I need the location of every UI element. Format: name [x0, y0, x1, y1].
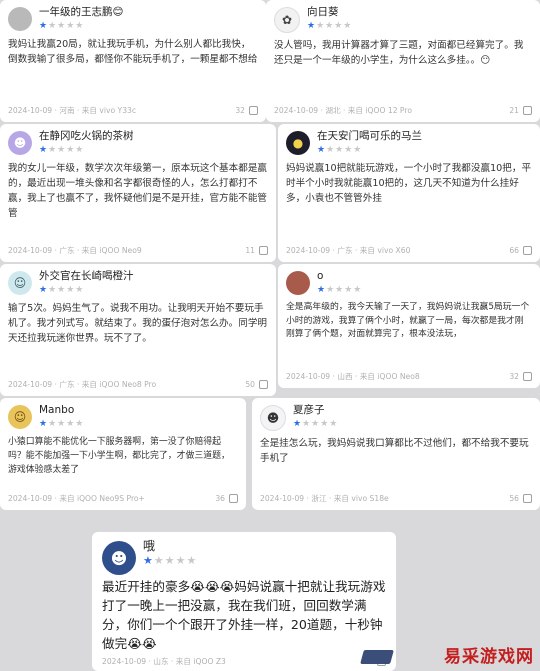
- thumbs-up-icon: [523, 494, 532, 503]
- username[interactable]: 在静冈吃火锅的茶树: [39, 130, 134, 143]
- like-count: 50: [245, 380, 255, 389]
- watermark: 易采游戏网: [444, 647, 534, 667]
- like-count: 66: [509, 246, 519, 255]
- like-count: 56: [509, 494, 519, 503]
- comment-meta: 2024-10-09 · 广东 · 来自 vivo X60: [286, 246, 411, 255]
- like-button[interactable]: 11: [245, 246, 268, 255]
- comment-meta: 2024-10-09 · 湖北 · 来自 iQOO 12 Pro: [274, 106, 412, 115]
- comment-card: o ★★★★★ 全是高年级的，我今天输了一天了，我妈妈说让我赢5局玩一个小时的游…: [278, 264, 540, 388]
- avatar[interactable]: ●: [286, 131, 310, 155]
- comment-meta: 2024-10-09 · 浙江 · 来自 vivo S18e: [260, 494, 389, 503]
- rating-stars: ★★★★★: [39, 21, 85, 31]
- like-count: 21: [509, 106, 519, 115]
- comment-card: ☻ 在静冈吃火锅的茶树 ★★★★★ 我的女儿一年级，数学次次年级第一，原本玩这个…: [0, 124, 276, 262]
- username[interactable]: 一年级的王志鹏😊: [39, 6, 123, 19]
- rating-stars: ★★★★★: [39, 145, 85, 155]
- avatar[interactable]: ☺: [8, 271, 32, 295]
- comment-card: ☻ 夏彦子 ★★★★★ 全是挂怎么玩，我妈妈说我口算都比不过他们，都不给我不要玩…: [252, 398, 540, 510]
- comment-text: 输了5次。妈妈生气了。说我不用功。让我明天开始不要玩手机了。我才列式写。就结束了…: [8, 303, 268, 344]
- comment-card: 一年级的王志鹏😊 ★★★★★ 我妈让我赢20局，就让我玩手机，为什么别人都比我快…: [0, 0, 266, 122]
- rating-stars: ★★★★★: [143, 554, 198, 567]
- comment-text: 没人管吗，我用计算器才算了三题，对面都已经算完了。我还只是一个一年级的小学生，为…: [274, 40, 524, 66]
- username[interactable]: 在天安门喝可乐的马兰: [317, 130, 422, 143]
- avatar[interactable]: ☻: [260, 405, 286, 431]
- username[interactable]: 夏彦子: [293, 404, 338, 417]
- username[interactable]: 哦: [143, 540, 197, 553]
- rating-stars: ★★★★★: [39, 285, 85, 295]
- avatar[interactable]: [286, 271, 310, 295]
- comment-meta: 2024-10-09 · 广东 · 来自 iQOO Neo8 Pro: [8, 380, 157, 389]
- comment-card: ● 在天安门喝可乐的马兰 ★★★★★ 妈妈说赢10把就能玩游戏，一个小时了我都没…: [278, 124, 540, 262]
- comment-card: ✿ 向日葵 ★★★★★ 没人管吗，我用计算器才算了三题，对面都已经算完了。我还只…: [266, 0, 540, 122]
- comment-text: 妈妈说赢10把就能玩游戏，一个小时了我都没赢10把，平时半个小时我就能赢10把的…: [286, 163, 532, 204]
- comment-text: 小猿口算能不能优化一下服务器啊，第一没了你赔得起吗？能不能加强一下小学生啊，都比…: [8, 437, 230, 475]
- thumbs-up-icon: [523, 246, 532, 255]
- like-button[interactable]: 56: [509, 494, 532, 503]
- rating-stars: ★★★★★: [317, 285, 363, 295]
- comment-card: ☺ Manbo ★★★★★ 小猿口算能不能优化一下服务器啊，第一没了你赔得起吗？…: [0, 398, 246, 510]
- rating-stars: ★★★★★: [39, 419, 85, 429]
- comment-text: 我妈让我赢20局，就让我玩手机，为什么别人都比我快，倒数我输了很多局，都怪你不能…: [8, 39, 258, 65]
- like-button[interactable]: 32: [509, 372, 532, 381]
- comment-meta: 2024-10-09 · 广东 · 来自 iQOO Neo9: [8, 246, 142, 255]
- comment-meta: 2024-10-09 · 山西 · 来自 iQOO Neo8: [286, 372, 420, 381]
- like-button[interactable]: 32: [235, 106, 258, 115]
- rating-stars: ★★★★★: [307, 21, 353, 31]
- like-button[interactable]: 66: [509, 246, 532, 255]
- thumbs-up-icon: [523, 372, 532, 381]
- like-count: 11: [245, 246, 255, 255]
- rating-stars: ★★★★★: [293, 419, 339, 429]
- comment-text: 全是挂怎么玩，我妈妈说我口算都比不过他们，都不给我不要玩手机了: [260, 438, 529, 464]
- avatar[interactable]: ☻: [8, 131, 32, 155]
- username[interactable]: Manbo: [39, 404, 84, 417]
- username[interactable]: 外交官在长崎喝橙汁: [39, 270, 134, 283]
- like-count: 32: [509, 372, 519, 381]
- avatar[interactable]: ☻: [102, 541, 136, 575]
- thumbs-up-icon: [259, 380, 268, 389]
- watermark-logo-icon: [360, 650, 394, 664]
- like-button[interactable]: 50: [245, 380, 268, 389]
- like-button[interactable]: 21: [509, 106, 532, 115]
- avatar[interactable]: ☺: [8, 405, 32, 429]
- comment-card: ☻ 哦 ★★★★★ 最近开挂的豪多😭😭😭妈妈说赢十把就让我玩游戏打了一晚上一把没…: [92, 532, 396, 671]
- username[interactable]: 向日葵: [307, 6, 352, 19]
- thumbs-up-icon: [259, 246, 268, 255]
- like-count: 36: [215, 494, 225, 503]
- like-button[interactable]: 36: [215, 494, 238, 503]
- username[interactable]: o: [317, 270, 362, 283]
- comment-text: 我的女儿一年级，数学次次年级第一，原本玩这个基本都是赢的，最近出现一堆头像和名字…: [8, 163, 268, 219]
- comment-meta: 2024-10-09 · 来自 iQOO Neo9S Pro+: [8, 494, 145, 503]
- thumbs-up-icon: [523, 106, 532, 115]
- like-count: 32: [235, 106, 245, 115]
- comment-card: ☺ 外交官在长崎喝橙汁 ★★★★★ 输了5次。妈妈生气了。说我不用功。让我明天开…: [0, 264, 276, 396]
- avatar[interactable]: ✿: [274, 7, 300, 33]
- avatar[interactable]: [8, 7, 32, 31]
- thumbs-up-icon: [229, 494, 238, 503]
- thumbs-up-icon: [249, 106, 258, 115]
- rating-stars: ★★★★★: [317, 145, 363, 155]
- comment-text: 最近开挂的豪多😭😭😭妈妈说赢十把就让我玩游戏打了一晚上一把没赢，我在我们班，回回…: [102, 579, 386, 651]
- comment-meta: 2024-10-09 · 山东 · 来自 iQOO Z3: [102, 657, 226, 666]
- comment-text: 全是高年级的，我今天输了一天了，我妈妈说让我赢5局玩一个小时的游戏，我算了俩个小…: [286, 302, 530, 339]
- comment-meta: 2024-10-09 · 河南 · 来自 vivo Y33c: [8, 106, 137, 115]
